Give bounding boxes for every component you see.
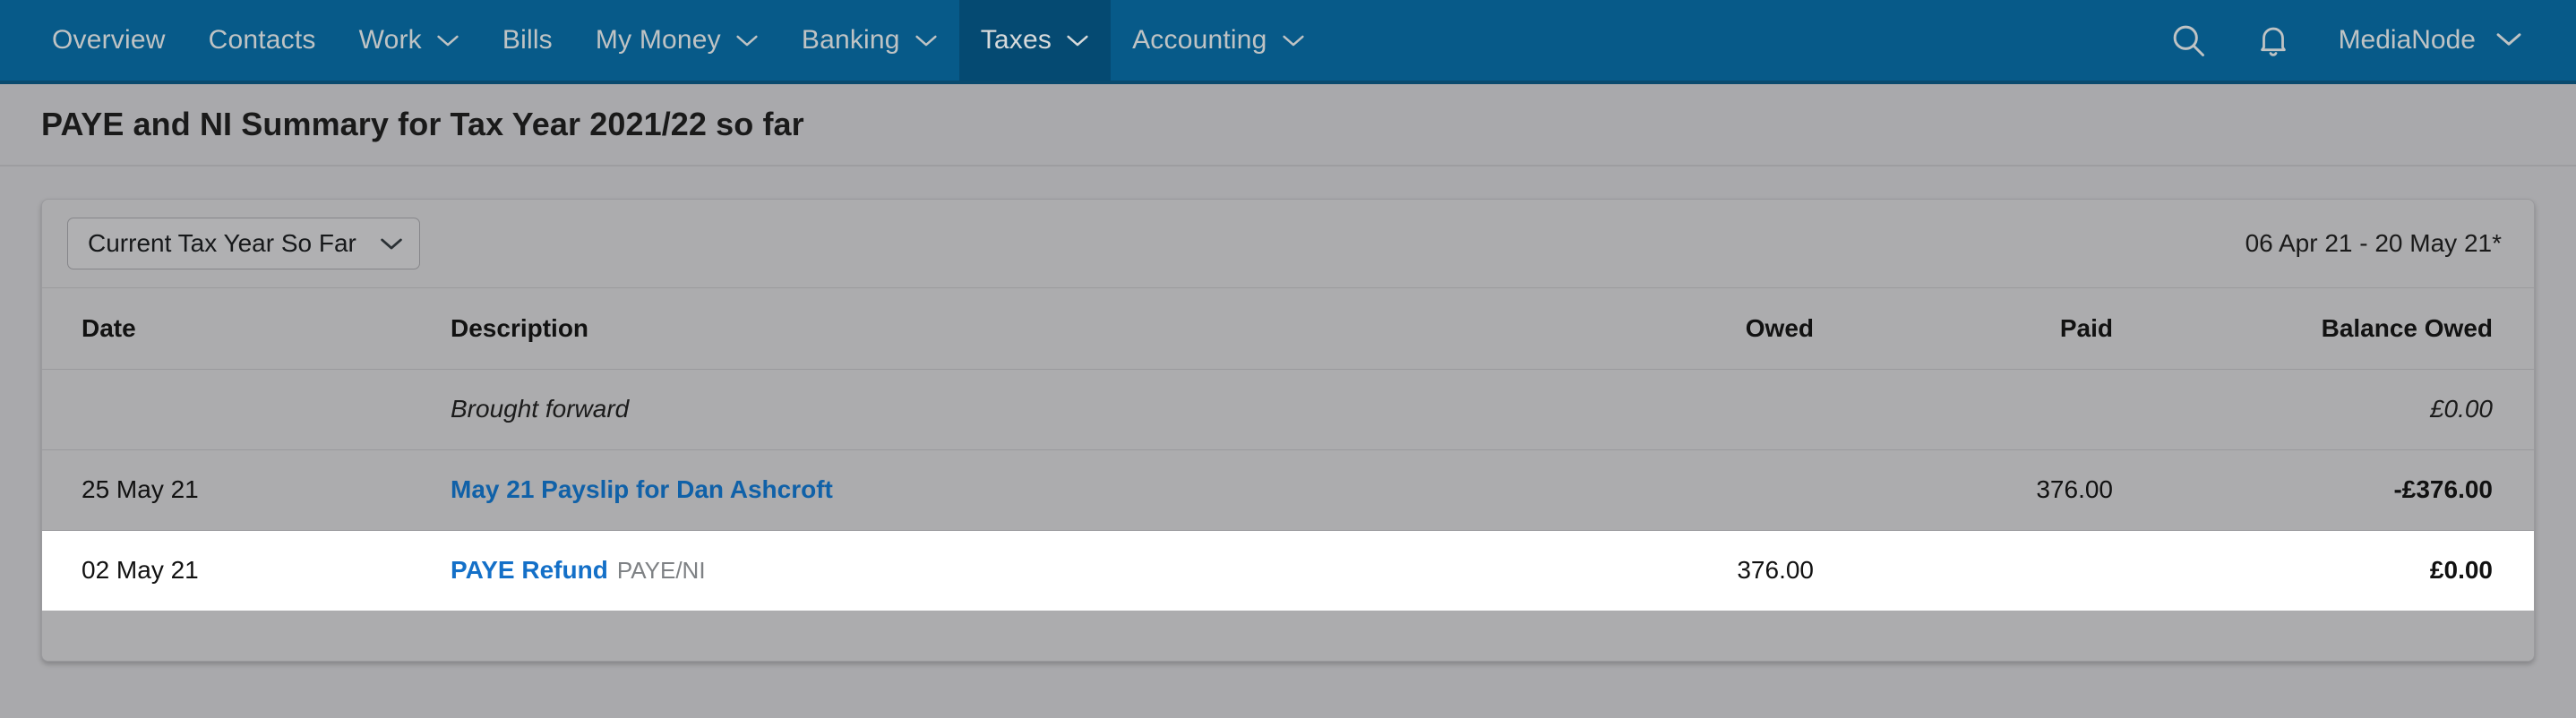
nav-item-bills[interactable]: Bills [481,0,574,81]
content-area: Current Tax Year So Far 06 Apr 21 - 20 M… [0,167,2576,662]
chevron-down-icon [436,33,459,48]
nav-item-work[interactable]: Work [338,0,481,81]
nav-item-label: Taxes [980,25,1052,55]
chevron-down-icon [2495,25,2522,56]
description-link[interactable]: PAYE Refund [451,556,608,584]
nav-item-label: Contacts [208,25,316,55]
page-title: PAYE and NI Summary for Tax Year 2021/22… [41,106,804,142]
cell-owed [1558,449,1853,530]
cell-paid [1853,369,2149,449]
cell-balance: -£376.00 [2393,475,2493,503]
paye-ni-summary-card: Current Tax Year So Far 06 Apr 21 - 20 M… [41,199,2535,662]
cell-balance: £0.00 [2429,556,2493,585]
column-header-date: Date [42,288,427,370]
top-navigation-bar: Overview Contacts Work Bills My Money Banking… [0,0,2576,84]
chevron-down-icon [1066,33,1089,48]
period-select-value: Current Tax Year So Far [88,229,356,257]
nav-utilities-group: MediaNode [2168,0,2576,81]
nav-item-contacts[interactable]: Contacts [187,0,338,81]
nav-item-accounting[interactable]: Accounting [1111,0,1326,81]
table-header-row: Date Description Owed Paid Balance Owed [42,288,2534,370]
cell-description: May 21 Payslip for Dan Ashcroft [427,449,1558,530]
nav-item-taxes[interactable]: Taxes [958,0,1112,81]
ledger-table-body: Brought forward £0.00 25 May 21 May 21 Pays… [42,369,2534,611]
column-header-description: Description [427,288,1558,370]
table-row: Brought forward £0.00 [42,369,2534,449]
description-sub-label: PAYE/NI [616,557,706,585]
nav-item-banking[interactable]: Banking [780,0,959,81]
cell-date [42,369,427,449]
nav-item-label: Overview [52,25,166,55]
brought-forward-label: Brought forward [451,395,630,423]
cell-owed [1558,369,1853,449]
user-menu-label: MediaNode [2338,25,2476,55]
nav-item-label: My Money [595,25,721,55]
nav-items-group: Overview Contacts Work Bills My Money Banking… [0,0,1327,81]
ledger-table: Date Description Owed Paid Balance Owed … [42,288,2534,611]
nav-item-label: Work [358,25,422,55]
chevron-down-icon [1282,33,1305,48]
user-menu[interactable]: MediaNode [2339,25,2522,56]
page-title-band: PAYE and NI Summary for Tax Year 2021/22… [0,84,2576,167]
nav-item-label: Accounting [1132,25,1267,55]
period-select[interactable]: Current Tax Year So Far [67,218,420,269]
card-toolbar: Current Tax Year So Far 06 Apr 21 - 20 M… [42,200,2534,288]
cell-description: Brought forward [427,369,1558,449]
nav-item-my-money[interactable]: My Money [574,0,780,81]
ledger-table-head: Date Description Owed Paid Balance Owed [42,288,2534,370]
chevron-down-icon [380,236,403,252]
nav-item-overview[interactable]: Overview [30,0,187,81]
nav-item-label: Bills [502,25,553,55]
bell-icon[interactable] [2254,21,2292,60]
cell-owed: 376.00 [1737,556,1814,585]
column-header-paid: Paid [1853,288,2149,370]
cell-balance: £0.00 [2429,395,2493,423]
description-link[interactable]: May 21 Payslip for Dan Ashcroft [451,475,833,503]
table-row: 25 May 21 May 21 Payslip for Dan Ashcroft… [42,449,2534,530]
table-row: 02 May 21 PAYE Refund PAYE/NI 376.00 £0.00 [42,530,2534,611]
search-icon[interactable] [2168,21,2208,60]
date-range-label: 06 Apr 21 - 20 May 21* [2245,229,2502,257]
cell-description: PAYE Refund PAYE/NI [427,530,1558,611]
cell-paid: 376.00 [2036,475,2113,503]
chevron-down-icon [735,33,759,48]
card-footer [42,611,2534,661]
cell-date: 25 May 21 [82,475,199,503]
cell-paid [1853,530,2149,611]
chevron-down-icon [914,33,938,48]
column-header-balance: Balance Owed [2149,288,2534,370]
column-header-owed: Owed [1558,288,1853,370]
cell-date: 02 May 21 [82,556,199,585]
nav-item-label: Banking [801,25,900,55]
